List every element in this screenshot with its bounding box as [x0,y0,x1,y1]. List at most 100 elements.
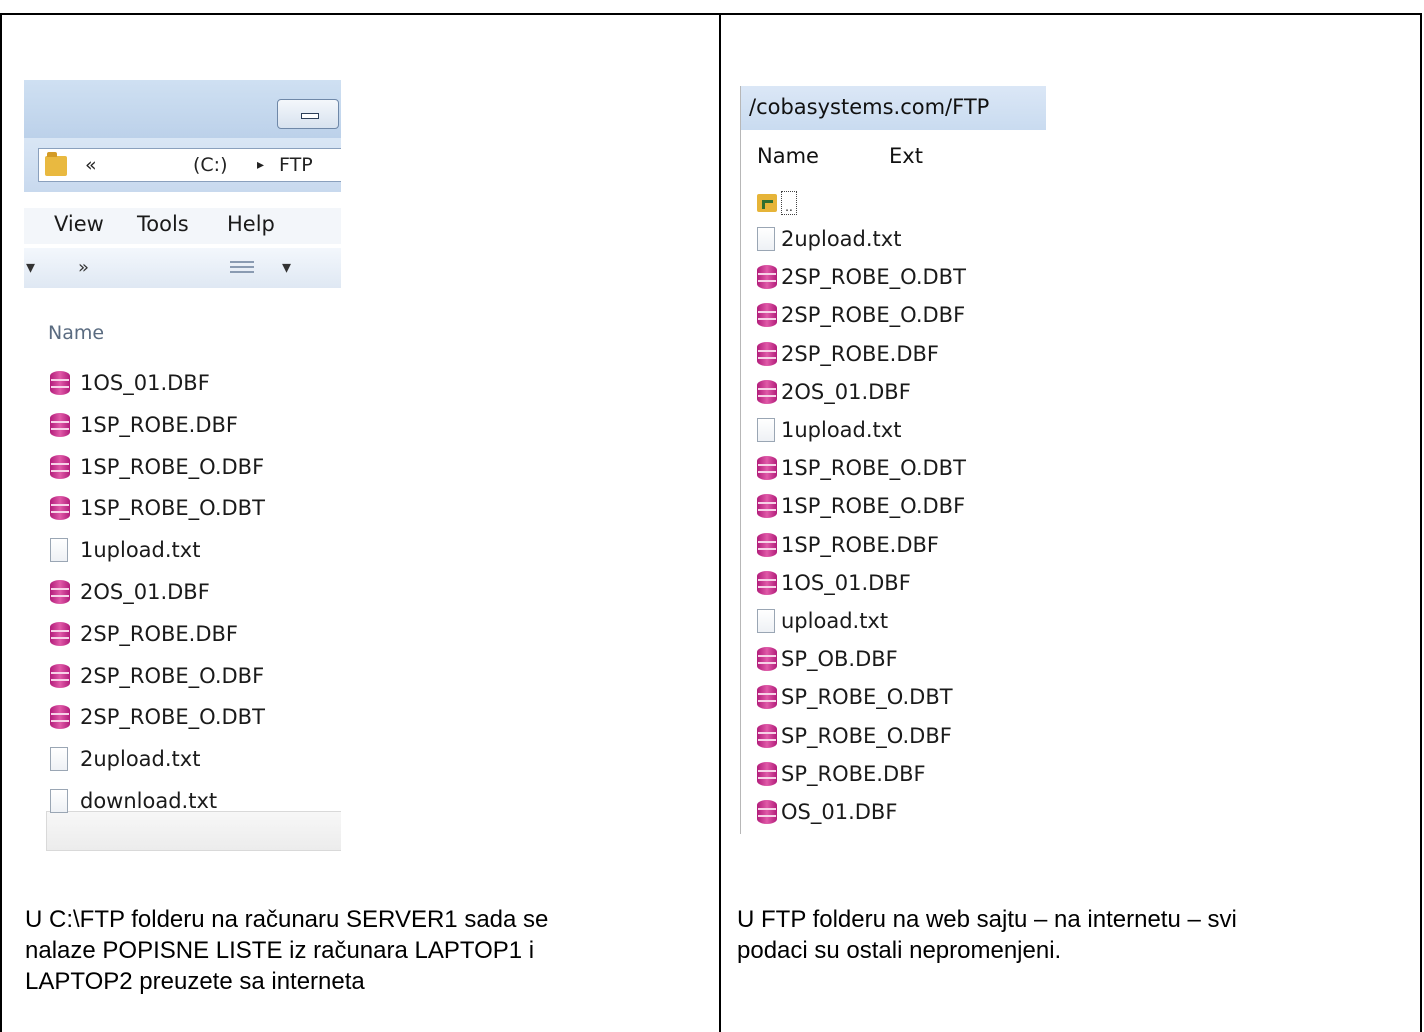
file-row[interactable]: 1SP_ROBE.DBF [757,526,939,564]
database-file-icon [757,761,777,786]
file-row[interactable]: SP_ROBE_O.DBF [757,717,952,755]
more-options-icon[interactable]: » [78,257,89,278]
database-file-icon [50,705,70,730]
text-file-icon [757,609,775,633]
file-row[interactable]: SP_ROBE_O.DBT [757,678,953,716]
database-file-icon [757,341,777,366]
file-name: 2SP_ROBE_O.DBF [781,303,966,328]
file-name: 1SP_ROBE_O.DBT [781,456,966,481]
parent-directory-row[interactable]: .. [757,184,797,222]
column-divider [719,13,721,1032]
database-file-icon [757,685,777,710]
caption-left: U C:\FTP folderu na računaru SERVER1 sad… [25,904,548,997]
file-row[interactable]: 2OS_01.DBF [757,373,911,411]
database-file-icon [757,265,777,290]
file-row[interactable]: download.txt [50,782,217,820]
file-row[interactable]: 2SP_ROBE_O.DBF [757,296,965,334]
ftp-screenshot: /cobasystems.com/FTP Name Ext .. 2upload… [740,86,1046,834]
breadcrumb-chevrons[interactable]: « [85,154,97,176]
file-list: Name 1OS_01.DBF 1SP_ROBE.DBF 1SP_ROBE_O.DB… [24,292,341,872]
toolbar: ▾ » ▾ [24,248,341,288]
file-name: 2OS_01.DBF [781,379,911,404]
column-header-name[interactable]: Name [757,144,819,168]
file-row[interactable]: 2SP_ROBE_O.DBF [50,657,264,695]
file-row[interactable]: 2SP_ROBE_O.DBT [757,258,966,296]
database-file-icon [757,532,777,557]
file-row[interactable]: 1upload.txt [50,531,200,569]
database-file-icon [50,621,70,646]
file-row[interactable]: 1SP_ROBE.DBF [50,406,238,444]
file-row[interactable]: 2SP_ROBE.DBF [757,335,939,373]
caption-right-line: podaci su ostali nepromenjeni. [737,937,1062,964]
file-name: 1SP_ROBE_O.DBF [781,494,966,519]
file-name: download.txt [80,789,218,813]
file-name: 1SP_ROBE_O.DBF [80,454,265,479]
folder-icon [45,152,67,176]
file-name: 1OS_01.DBF [781,570,911,595]
file-row[interactable]: 2upload.txt [50,740,200,778]
view-dropdown-icon[interactable]: ▾ [282,257,291,278]
caption-right: U FTP folderu na web sajtu – na internet… [737,904,1237,966]
text-file-icon [50,747,68,772]
database-file-icon [757,647,777,672]
address-field[interactable]: « (C:) ▸ FTP [38,148,341,182]
menu-help[interactable]: Help [227,212,275,236]
breadcrumb-drive[interactable]: (C:) [193,154,228,176]
breadcrumb-folder[interactable]: FTP [279,154,313,176]
menu-tools[interactable]: Tools [137,212,189,236]
address-bar: « (C:) ▸ FTP [24,138,341,192]
file-row[interactable]: 1OS_01.DBF [757,564,911,602]
text-file-icon [50,789,68,813]
file-name: 1SP_ROBE.DBF [781,532,939,557]
menu-view[interactable]: View [54,212,104,236]
database-file-icon [757,570,777,595]
file-name: 2SP_ROBE.DBF [781,341,939,366]
file-row[interactable]: 1SP_ROBE_O.DBT [757,449,966,487]
database-file-icon [757,379,777,404]
column-header-ext[interactable]: Ext [889,144,923,168]
file-name: 1upload.txt [80,538,201,563]
file-name: 2OS_01.DBF [80,580,210,604]
file-row[interactable]: 1OS_01.DBF [50,364,210,402]
file-name: 1SP_ROBE_O.DBT [80,496,265,521]
file-row[interactable]: 2OS_01.DBF [50,573,210,611]
menu-bar: View Tools Help [24,208,341,244]
file-name: 2SP_ROBE_O.DBT [80,705,265,730]
file-row[interactable]: upload.txt [757,602,888,640]
file-name: 2SP_ROBE_O.DBF [80,663,265,688]
file-name: SP_ROBE.DBF [781,761,926,786]
file-row[interactable]: SP_OB.DBF [757,640,898,678]
database-file-icon [757,303,777,328]
file-row[interactable]: 1SP_ROBE_O.DBF [50,448,264,486]
column-header-name[interactable]: Name [48,322,104,344]
file-row[interactable]: OS_01.DBF [757,793,897,831]
file-row[interactable]: 1SP_ROBE_O.DBT [50,489,265,527]
database-file-icon [50,371,70,395]
file-row[interactable]: SP_ROBE.DBF [757,755,926,793]
breadcrumb-arrow-icon[interactable]: ▸ [257,157,264,173]
explorer-titlebar [24,80,341,138]
database-file-icon [50,412,70,437]
database-file-icon [757,494,777,519]
file-row[interactable]: 2SP_ROBE_O.DBT [50,698,265,736]
database-file-icon [50,580,70,604]
minimize-button[interactable] [277,99,339,129]
file-name: OS_01.DBF [781,800,898,824]
organize-dropdown-icon[interactable]: ▾ [26,257,35,278]
database-file-icon [50,496,70,521]
database-file-icon [757,800,777,824]
file-name: 1SP_ROBE.DBF [80,412,238,437]
ftp-column-headers: Name Ext [741,136,1046,176]
caption-left-line: LAPTOP2 preuzete sa interneta [25,968,365,995]
file-row[interactable]: 2upload.txt [757,220,901,258]
view-options-icon[interactable] [230,261,254,275]
caption-left-line: nalaze POPISNE LISTE iz računara LAPTOP1… [25,937,535,964]
file-row[interactable]: 1upload.txt [757,411,901,449]
database-file-icon [757,456,777,481]
file-row[interactable]: 1SP_ROBE_O.DBF [757,487,965,525]
text-file-icon [50,538,68,563]
parent-label: .. [781,191,797,215]
file-name: upload.txt [781,609,889,633]
database-file-icon [757,723,777,748]
file-row[interactable]: 2SP_ROBE.DBF [50,615,238,653]
